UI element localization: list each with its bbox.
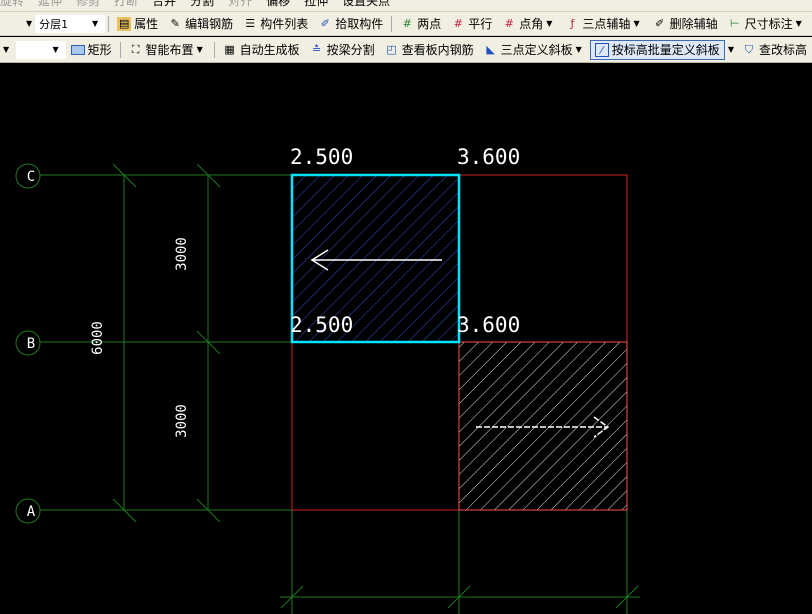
edit-elevation-button[interactable]: ⛉ 查改标高 — [737, 40, 812, 60]
chevron-down-icon[interactable]: ▼ — [576, 45, 582, 54]
toolbar-item[interactable]: 偏移 — [266, 0, 290, 9]
button-label: 点角 — [519, 17, 544, 31]
auto-slab-icon: ▦ — [224, 42, 235, 56]
button-label: 构件列表 — [260, 17, 309, 31]
dimension-upper: 3000 — [174, 237, 190, 271]
type-select[interactable]: ▼ — [16, 40, 66, 59]
toolbar-item[interactable]: 拉伸 — [304, 0, 328, 9]
separator — [213, 41, 215, 58]
button-label: 按梁分割 — [326, 43, 375, 57]
elevation-label: 2.500 — [290, 145, 353, 169]
chevron-down-icon[interactable]: ▼ — [633, 19, 639, 28]
elevation-label: 3.600 — [457, 145, 520, 169]
point-angle-button[interactable]: # 点角 ▼ — [497, 14, 560, 34]
properties-icon: ▤ — [117, 16, 132, 31]
eyedropper-icon: ✐ — [320, 16, 330, 30]
layer-select-value: 分层1 — [39, 17, 69, 31]
view-rebar-button[interactable]: ◰ 查看板内钢筋 — [380, 40, 479, 60]
chevron-down-icon[interactable]: ▼ — [546, 19, 552, 28]
edit-rebar-button[interactable]: ✎ 编辑钢筋 — [163, 14, 238, 34]
three-point-slope-button[interactable]: ◣ 三点定义斜板 ▼ — [479, 40, 590, 60]
batch-slope-button[interactable]: ⁄ 按标高批量定义斜板 — [589, 39, 725, 60]
sloped-slab[interactable] — [458, 341, 628, 511]
toolbar-row-1: ▼ 分层1 ▼ ▤ 属性 ✎ 编辑钢筋 ☰ 构件列表 ✐ 拾取构件 # 两点 # 平行 # 点角… — [0, 12, 812, 36]
dimension-button[interactable]: ⊢ 尺寸标注 ▼ — [723, 14, 810, 34]
three-point-slope-icon: ◣ — [486, 42, 495, 56]
chevron-down-icon: ▼ — [52, 45, 59, 54]
three-point-axis-icon: ƒ — [570, 16, 575, 30]
button-label: 删除辅轴 — [669, 17, 718, 31]
delete-axis-button[interactable]: ✐ 删除辅轴 — [648, 14, 723, 34]
toolbar-item[interactable]: 打断 — [114, 0, 138, 9]
button-label: 平行 — [468, 17, 493, 31]
separator — [108, 15, 110, 32]
axis-label: B — [27, 336, 35, 352]
button-label: 矩形 — [87, 43, 112, 57]
properties-button[interactable]: ▤ 属性 — [112, 14, 163, 34]
batch-slope-icon: ⁄ — [594, 42, 609, 57]
view-rebar-icon: ◰ — [386, 42, 397, 56]
toolbar-item[interactable]: 修剪 — [76, 0, 100, 9]
elevation-label: 2.500 — [290, 313, 353, 337]
two-point-axis-icon: # — [402, 16, 412, 30]
smart-layout-icon: ⛶ — [131, 42, 140, 56]
button-label: 查看板内钢筋 — [401, 43, 474, 57]
elevation-label: 3.600 — [457, 313, 520, 337]
button-label: 三点定义斜板 — [500, 43, 573, 57]
button-label: 自动生成板 — [239, 43, 300, 57]
slab-outline[interactable] — [291, 341, 460, 511]
button-label: 查改标高 — [758, 43, 807, 57]
list-icon: ☰ — [245, 16, 256, 30]
toolbar-item[interactable]: 合并 — [152, 0, 176, 9]
edit-rebar-icon: ✎ — [170, 16, 180, 30]
chevron-down-icon[interactable]: ▼ — [728, 45, 734, 54]
button-label: 编辑钢筋 — [185, 17, 234, 31]
three-point-axis-button[interactable]: ƒ 三点辅轴 ▼ — [560, 14, 647, 34]
button-label: 拾取构件 — [335, 17, 384, 31]
toolbar-item[interactable]: 分割 — [190, 0, 214, 9]
delete-axis-icon: ✐ — [654, 16, 665, 30]
chevron-down-icon[interactable]: ▼ — [796, 19, 802, 28]
chevron-down-icon[interactable]: ▼ — [197, 45, 203, 54]
button-label: 属性 — [134, 17, 159, 31]
separator — [119, 41, 121, 58]
rectangle-button[interactable]: 矩形 — [66, 40, 117, 60]
smart-layout-button[interactable]: ⛶ 智能布置 ▼ — [124, 40, 211, 60]
split-by-beam-icon: ≛ — [311, 42, 322, 56]
pick-component-button[interactable]: ✐ 拾取构件 — [313, 14, 388, 34]
two-point-axis-button[interactable]: # 两点 — [395, 14, 446, 34]
component-list-button[interactable]: ☰ 构件列表 — [238, 14, 313, 34]
separator — [391, 15, 393, 32]
rectangle-icon — [70, 44, 85, 55]
auto-slab-button[interactable]: ▦ 自动生成板 — [218, 40, 305, 60]
point-angle-icon: # — [504, 16, 514, 30]
toolbar-row-2: ▼ ▼ 矩形 ⛶ 智能布置 ▼ ▦ 自动生成板 ≛ 按梁分割 ◰ 查看板内钢筋 ◣ 三点定义… — [0, 37, 812, 63]
dimension-icon: ⊢ — [729, 16, 740, 30]
axis-label: C — [27, 169, 35, 185]
parallel-axis-icon: # — [453, 16, 463, 30]
dimension-lower: 3000 — [174, 404, 190, 438]
dimension-total: 6000 — [90, 321, 106, 355]
chevron-down-icon: ▼ — [92, 19, 99, 28]
button-label: 按标高批量定义斜板 — [611, 43, 720, 57]
button-label: 智能布置 — [145, 43, 194, 57]
parallel-axis-button[interactable]: # 平行 — [446, 14, 497, 34]
button-label: 两点 — [417, 17, 442, 31]
button-label: 三点辅轴 — [582, 17, 631, 31]
drawing-canvas[interactable]: C B A 6000 3000 3000 2.500 3.600 2.500 3… — [0, 64, 812, 614]
toolbar-item[interactable]: 旋转 — [0, 0, 24, 9]
edit-elevation-icon: ⛉ — [744, 42, 754, 56]
axis-label: A — [27, 504, 36, 520]
layer-select[interactable]: 分层1 ▼ — [35, 14, 106, 33]
toolbar-row-modify: 旋转 延伸 修剪 打断 合并 分割 对齐 偏移 拉伸 设置夹点 — [0, 0, 812, 12]
button-label: 尺寸标注 — [744, 17, 793, 31]
chevron-down-icon[interactable]: ▼ — [3, 45, 9, 54]
toolbar-item[interactable]: 对齐 — [228, 0, 252, 9]
toolbar-item[interactable]: 设置夹点 — [342, 0, 390, 9]
chevron-down-icon[interactable]: ▼ — [26, 19, 32, 28]
split-by-beam-button[interactable]: ≛ 按梁分割 — [305, 40, 380, 60]
toolbar-item[interactable]: 延伸 — [38, 0, 62, 9]
